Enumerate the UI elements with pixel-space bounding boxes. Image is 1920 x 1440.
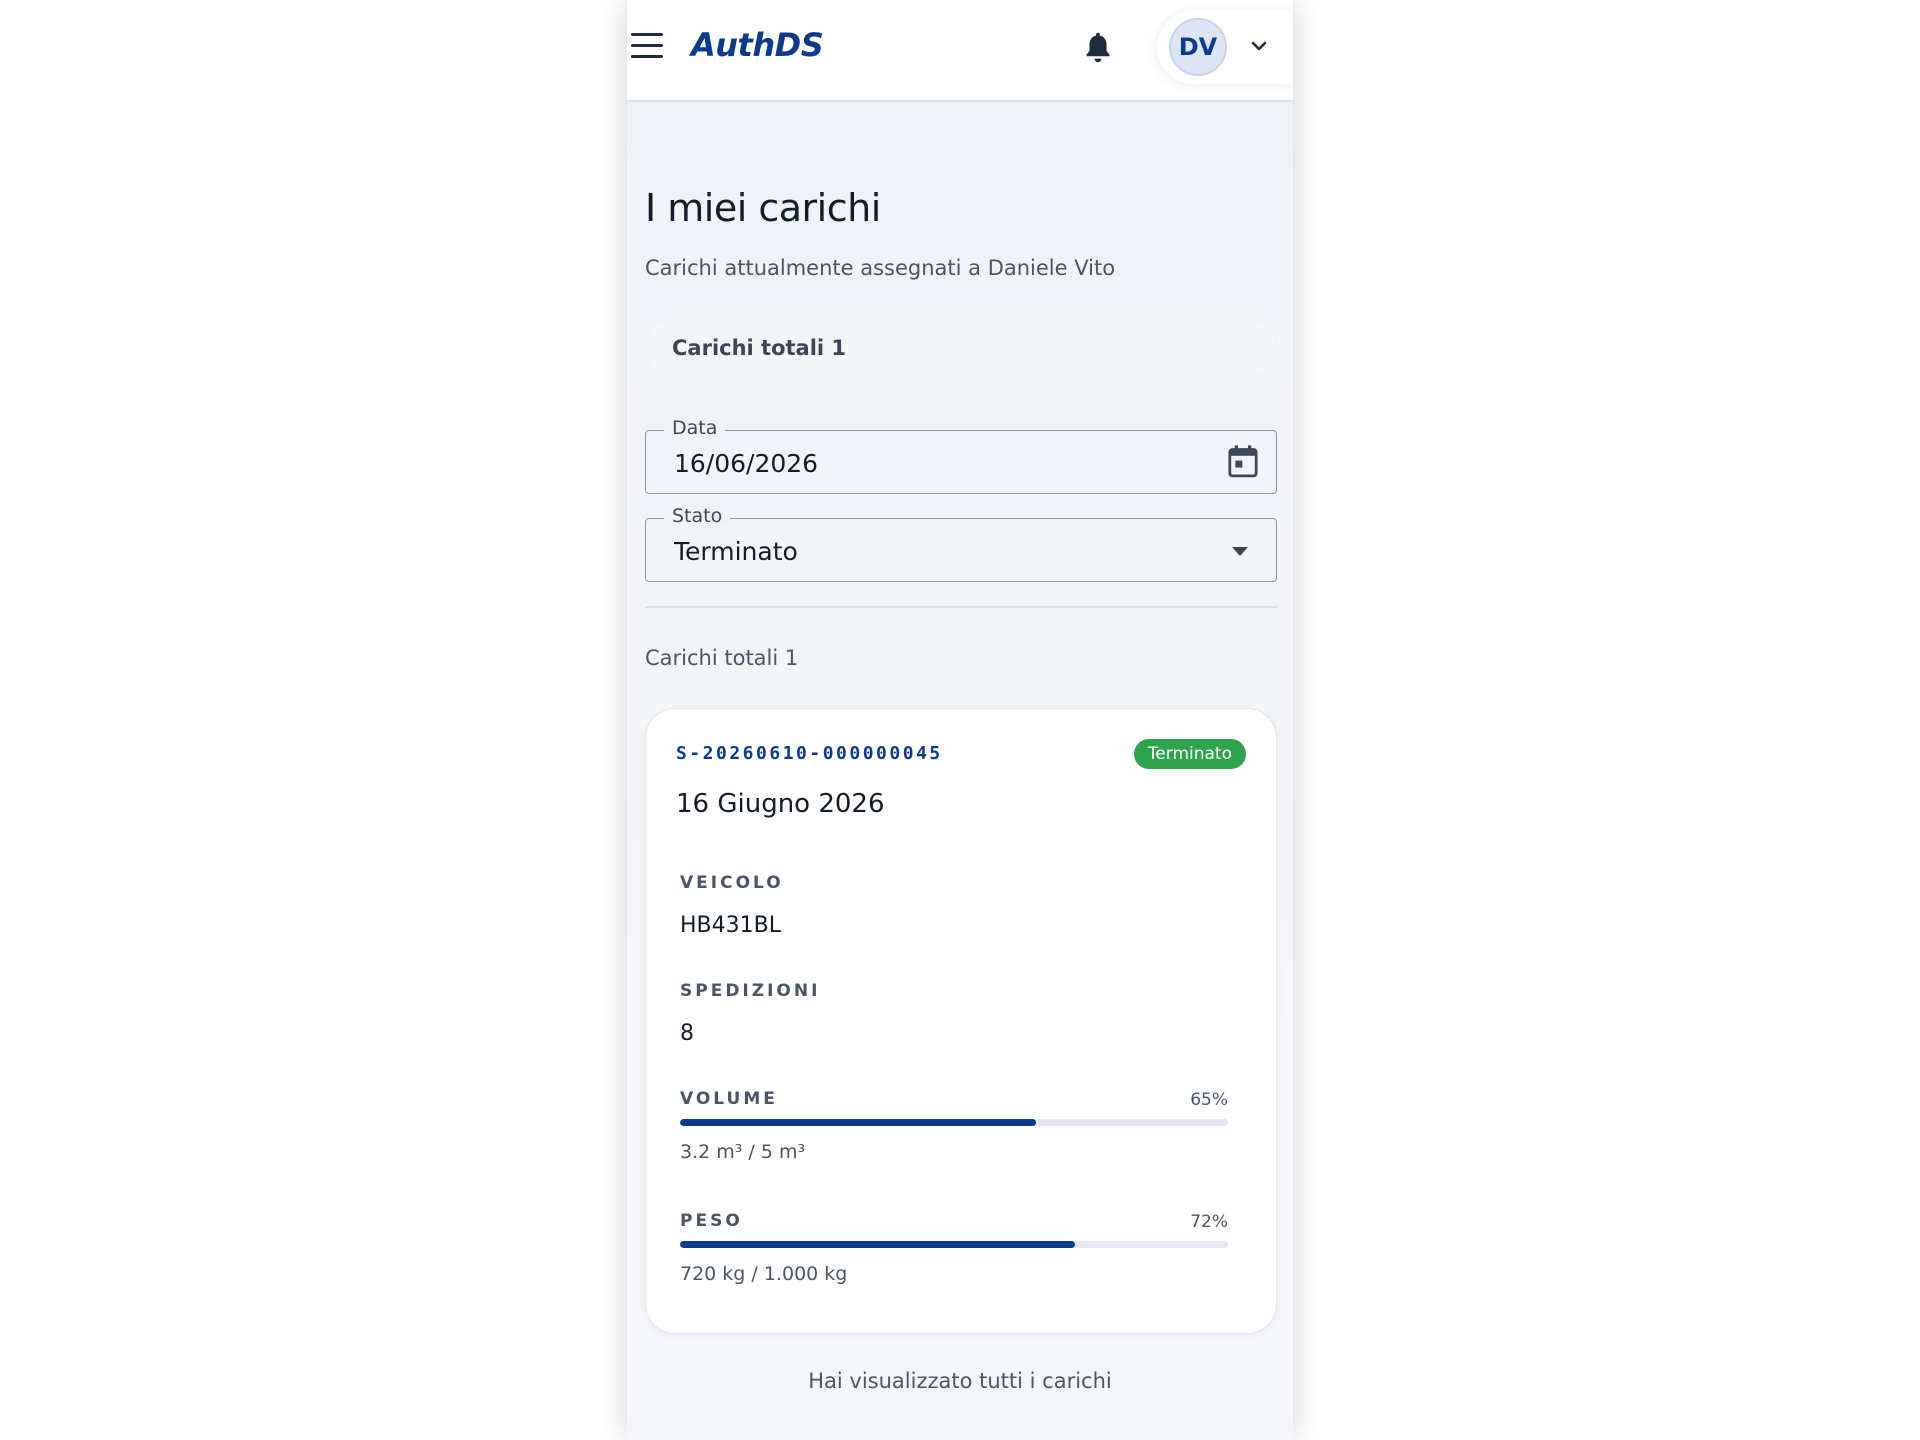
- weight-progress-fill: [680, 1241, 1075, 1248]
- shipments-label: SPEDIZIONI: [680, 981, 821, 1001]
- load-card[interactable]: S-20260610-000000045 Terminato 16 Giugno…: [645, 708, 1277, 1334]
- section-divider: [645, 606, 1277, 608]
- vehicle-value: HB431BL: [680, 913, 781, 938]
- date-field[interactable]: Data 16/06/2026: [645, 417, 1277, 494]
- user-menu-button[interactable]: DV: [1157, 10, 1293, 84]
- status-select-label: Stato: [664, 505, 731, 527]
- menu-icon[interactable]: [631, 33, 663, 59]
- calendar-icon[interactable]: [1226, 444, 1260, 480]
- chevron-down-icon: [1251, 41, 1267, 51]
- load-code: S-20260610-000000045: [676, 743, 943, 764]
- volume-progress-bar: [680, 1119, 1228, 1126]
- page-subtitle: Carichi attualmente assegnati a Daniele …: [645, 256, 1116, 280]
- shipments-value: 8: [680, 1021, 694, 1046]
- weight-detail: 720 kg / 1.000 kg: [680, 1263, 848, 1285]
- avatar: DV: [1169, 18, 1227, 76]
- brand-logo[interactable]: AuthDS: [691, 26, 824, 64]
- status-select[interactable]: Stato Terminato: [645, 505, 1277, 582]
- page-title: I miei carichi: [645, 186, 881, 230]
- volume-percent: 65%: [1190, 1090, 1228, 1110]
- date-field-label: Data: [664, 417, 726, 439]
- dropdown-arrow-icon: [1232, 547, 1248, 556]
- top-app-bar: AuthDS DV: [627, 0, 1293, 102]
- weight-progress-bar: [680, 1241, 1228, 1248]
- bell-icon[interactable]: [1082, 30, 1114, 66]
- results-count: Carichi totali 1: [645, 646, 799, 670]
- volume-progress-fill: [680, 1119, 1037, 1126]
- volume-label: VOLUME: [680, 1089, 778, 1109]
- vehicle-label: VEICOLO: [680, 873, 784, 893]
- end-of-list-note: Hai visualizzato tutti i carichi: [808, 1369, 1112, 1393]
- mobile-viewport: AuthDS DV I miei carichi Carichi attualm…: [627, 0, 1293, 1440]
- weight-percent: 72%: [1190, 1212, 1228, 1232]
- volume-detail: 3.2 m³ / 5 m³: [680, 1141, 806, 1163]
- status-select-value: Terminato: [674, 537, 798, 566]
- weight-label: PESO: [680, 1211, 743, 1231]
- totals-summary-text: Carichi totali 1: [672, 336, 847, 360]
- totals-summary: Carichi totali 1: [645, 318, 1277, 378]
- load-date: 16 Giugno 2026: [676, 789, 885, 819]
- status-badge: Terminato: [1133, 739, 1246, 769]
- date-field-value: 16/06/2026: [674, 449, 819, 478]
